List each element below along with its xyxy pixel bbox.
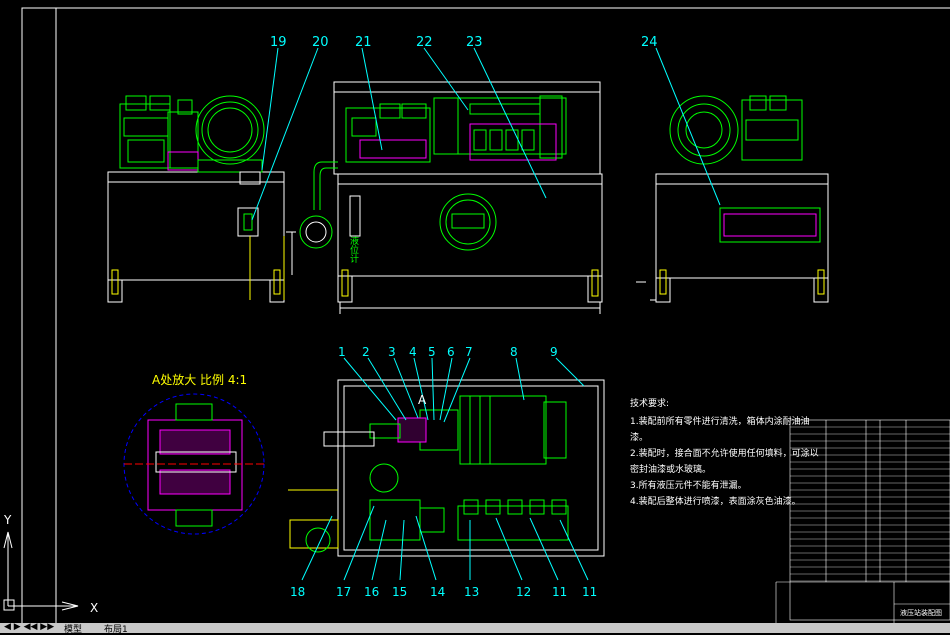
balloon-19: 19 <box>270 35 287 50</box>
balloon-23: 23 <box>466 35 483 50</box>
front-view <box>299 81 603 314</box>
layout-tab-bar: ◀ ▶ ◀◀ ▶▶ 模型 布局1 <box>0 622 950 635</box>
balloon-15: 15 <box>392 585 407 599</box>
level-gauge-label: 液位计 <box>348 235 359 264</box>
tech-note-line: 3.所有液压元件不能有泄漏。 <box>630 479 747 491</box>
balloon-16: 16 <box>364 585 379 599</box>
balloon-4: 4 <box>409 345 417 359</box>
balloon-12: 12 <box>516 585 531 599</box>
balloon-21: 21 <box>355 35 372 50</box>
balloon-20: 20 <box>312 35 329 50</box>
technical-notes: 技术要求: 1.装配前所有零件进行清洗，箱体内涂耐油油 漆。 2.装配时，接合面… <box>630 397 819 507</box>
tech-note-line: 2.装配时，接合面不允许使用任何填料，可涂以 <box>630 447 819 459</box>
detail-marker: A <box>418 393 427 407</box>
balloon-11b: 11 <box>582 585 597 599</box>
detail-a-view <box>123 393 265 535</box>
tech-note-line: 4.装配后整体进行喷漆，表面涂灰色油漆。 <box>630 495 801 507</box>
balloons-mid: 1 2 3 4 5 6 7 8 9 <box>338 345 558 359</box>
tech-notes-title: 技术要求: <box>630 397 669 409</box>
balloon-17: 17 <box>336 585 351 599</box>
right-side-view <box>636 95 829 303</box>
balloon-3: 3 <box>388 345 396 359</box>
balloon-24: 24 <box>641 35 658 50</box>
ucs-x-label: X <box>90 601 98 615</box>
balloon-5: 5 <box>428 345 436 359</box>
balloon-8: 8 <box>510 345 518 359</box>
balloon-18: 18 <box>290 585 305 599</box>
balloon-7: 7 <box>465 345 473 359</box>
balloons-bottom: 18 17 16 15 14 13 12 11 11 <box>290 585 597 599</box>
balloon-leaders-bottom <box>301 357 589 581</box>
sheet-border <box>21 7 950 629</box>
tab-layout1[interactable]: 布局1 <box>104 622 128 635</box>
plan-view <box>288 379 605 557</box>
tab-model[interactable]: 模型 <box>64 622 82 635</box>
tech-note-line: 1.装配前所有零件进行清洗，箱体内涂耐油油 <box>630 415 810 427</box>
tab-nav-arrows[interactable]: ◀ ▶ ◀◀ ▶▶ <box>4 622 54 632</box>
balloon-6: 6 <box>447 345 455 359</box>
ucs-icon <box>3 531 79 611</box>
balloon-1: 1 <box>338 345 346 359</box>
balloon-2: 2 <box>362 345 370 359</box>
balloon-11a: 11 <box>552 585 567 599</box>
tech-note-line: 密封油漆或水玻璃。 <box>630 463 711 475</box>
balloon-13: 13 <box>464 585 479 599</box>
balloon-9: 9 <box>550 345 558 359</box>
balloon-14: 14 <box>430 585 445 599</box>
detail-title: A处放大 比例 4:1 <box>152 372 247 387</box>
drawing-name: 液压站装配图 <box>900 608 942 617</box>
cad-drawing-canvas[interactable]: 19 20 21 22 23 24 液位计 A处放大 比例 4:1 1 2 3 … <box>0 0 950 633</box>
tech-note-line: 漆。 <box>630 431 648 443</box>
balloons-top: 19 20 21 22 23 24 <box>270 35 658 50</box>
balloon-22: 22 <box>416 35 433 50</box>
ucs-y-label: Y <box>3 513 12 527</box>
